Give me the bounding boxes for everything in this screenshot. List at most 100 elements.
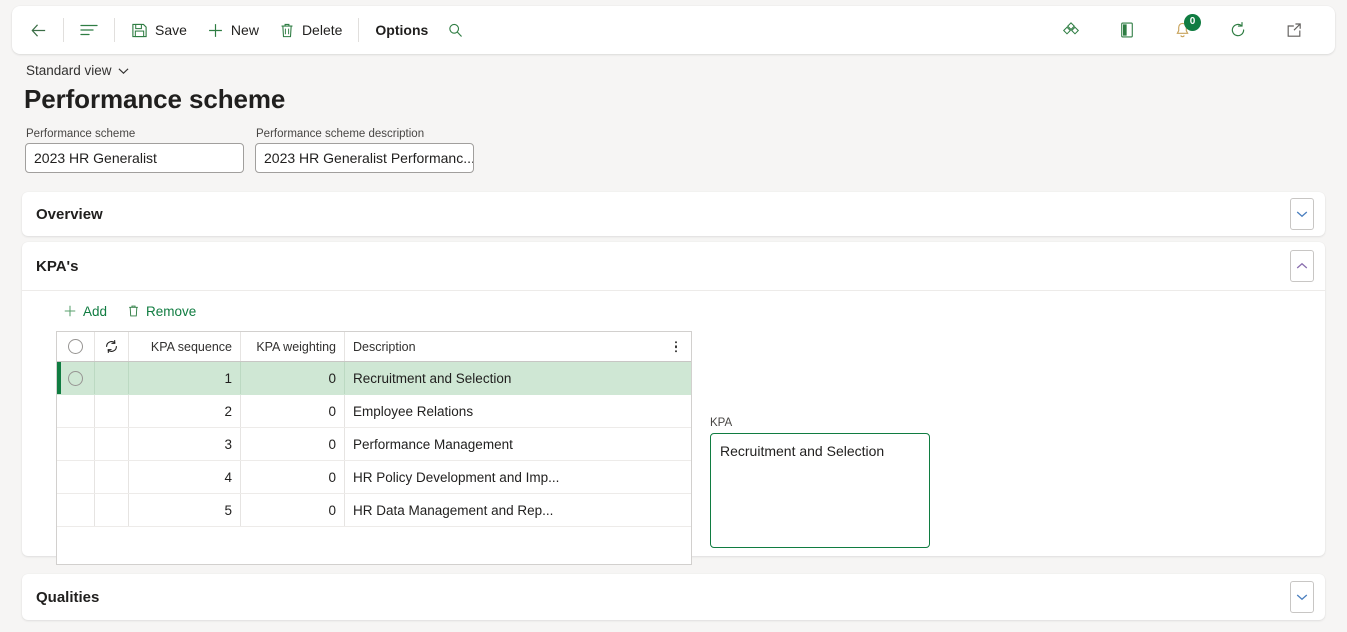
save-button[interactable]: Save <box>121 13 197 47</box>
save-icon <box>131 22 148 39</box>
book-open-icon <box>1117 20 1137 40</box>
grid-area: KPA sequence KPA weighting Description 1… <box>22 331 1325 565</box>
cell-kpa-weighting[interactable]: 0 <box>241 461 345 493</box>
new-label: New <box>230 22 259 38</box>
search-button[interactable] <box>438 13 473 47</box>
row-indicator-cell <box>95 461 129 493</box>
row-select-cell[interactable] <box>57 362 95 394</box>
table-row[interactable]: 4 0 HR Policy Development and Imp... <box>57 461 691 494</box>
field-performance-scheme-description: Performance scheme description 2023 HR G… <box>255 128 474 173</box>
options-button[interactable]: Options <box>365 13 438 47</box>
chevron-down-icon <box>1296 593 1308 601</box>
office-apps-button[interactable] <box>1052 13 1090 47</box>
trash-icon <box>127 304 140 318</box>
chevron-down-icon <box>1296 210 1308 218</box>
kpa-grid: KPA sequence KPA weighting Description 1… <box>56 331 692 565</box>
qualities-header[interactable]: Qualities <box>22 574 1325 620</box>
plus-icon <box>63 304 77 318</box>
options-label: Options <box>375 22 429 38</box>
refresh-circle-icon <box>1228 20 1248 40</box>
notifications-button[interactable]: 0 <box>1164 13 1201 47</box>
add-button[interactable]: Add <box>56 298 114 324</box>
open-in-app-button[interactable] <box>1108 13 1146 47</box>
cell-kpa-weighting[interactable]: 0 <box>241 494 345 526</box>
cell-description[interactable]: Employee Relations <box>345 395 691 427</box>
refresh-icon <box>104 339 119 354</box>
select-all-circle-icon <box>68 339 83 354</box>
search-icon <box>447 22 464 39</box>
cell-description[interactable]: Performance Management <box>345 428 691 460</box>
qualities-title: Qualities <box>36 588 100 606</box>
row-indicator-cell <box>95 494 129 526</box>
table-row[interactable]: 3 0 Performance Management <box>57 428 691 461</box>
external-link-icon <box>1284 20 1304 40</box>
cell-kpa-sequence[interactable]: 4 <box>129 461 241 493</box>
cell-description[interactable]: HR Policy Development and Imp... <box>345 461 691 493</box>
kpas-header[interactable]: KPA's <box>22 242 1325 290</box>
cell-kpa-sequence[interactable]: 3 <box>129 428 241 460</box>
new-button[interactable]: New <box>197 13 269 47</box>
cell-kpa-weighting[interactable]: 0 <box>241 428 345 460</box>
overview-title: Overview <box>36 205 103 223</box>
refresh-button[interactable] <box>1219 13 1257 47</box>
cell-kpa-sequence[interactable]: 2 <box>129 395 241 427</box>
column-header-description-label: Description <box>353 339 416 354</box>
list-lines-icon <box>79 22 99 38</box>
toolbar-divider <box>63 18 64 42</box>
row-select-cell[interactable] <box>57 461 95 493</box>
section-qualities: Qualities <box>22 574 1325 620</box>
column-header-kpa-weighting[interactable]: KPA weighting <box>241 332 345 361</box>
back-button[interactable] <box>20 13 57 47</box>
chevron-down-icon <box>118 67 129 75</box>
row-indicator-cell <box>95 395 129 427</box>
performance-scheme-input[interactable]: 2023 HR Generalist <box>25 143 244 173</box>
chevron-up-icon <box>1296 262 1308 270</box>
table-row[interactable]: 5 0 HR Data Management and Rep... <box>57 494 691 527</box>
show-list-button[interactable] <box>70 13 108 47</box>
row-indicator-cell <box>95 362 129 394</box>
cell-kpa-sequence[interactable]: 5 <box>129 494 241 526</box>
kpas-title: KPA's <box>36 257 79 275</box>
cell-kpa-sequence[interactable]: 1 <box>129 362 241 394</box>
trash-icon <box>279 22 295 39</box>
notification-badge: 0 <box>1184 13 1201 31</box>
row-select-cell[interactable] <box>57 494 95 526</box>
column-header-kpa-sequence[interactable]: KPA sequence <box>129 332 241 361</box>
row-select-cell[interactable] <box>57 428 95 460</box>
column-header-description[interactable]: Description <box>345 332 691 361</box>
remove-label: Remove <box>146 303 197 319</box>
section-kpas: KPA's Add Remove KPA sequence KPA weight… <box>22 242 1325 565</box>
field-performance-scheme: Performance scheme 2023 HR Generalist <box>25 128 244 173</box>
table-row[interactable]: 2 0 Employee Relations <box>57 395 691 428</box>
remove-button[interactable]: Remove <box>120 298 203 324</box>
select-all-cell[interactable] <box>57 332 95 361</box>
toolbar-divider-2 <box>114 18 115 42</box>
grid-toolbar: Add Remove <box>22 291 1325 331</box>
refresh-column-cell[interactable] <box>95 332 129 361</box>
overview-expand-button[interactable] <box>1290 198 1314 230</box>
kpas-collapse-button[interactable] <box>1290 250 1314 282</box>
command-bar: Save New Delete Options 0 <box>12 6 1335 54</box>
overview-header[interactable]: Overview <box>22 192 1325 236</box>
qualities-expand-button[interactable] <box>1290 581 1314 613</box>
diamond-grid-icon <box>1061 20 1081 40</box>
delete-label: Delete <box>301 22 343 38</box>
row-select-circle-icon <box>68 370 83 386</box>
header-fields: Performance scheme 2023 HR Generalist Pe… <box>25 128 474 173</box>
cell-kpa-weighting[interactable]: 0 <box>241 395 345 427</box>
open-new-window-button[interactable] <box>1275 13 1313 47</box>
arrow-left-icon <box>29 21 48 40</box>
grid-options-kebab-icon[interactable] <box>669 340 683 353</box>
add-label: Add <box>83 303 108 319</box>
cell-description[interactable]: HR Data Management and Rep... <box>345 494 691 526</box>
field-label: Performance scheme <box>26 128 136 140</box>
kpa-detail-textarea[interactable]: Recruitment and Selection <box>710 433 930 548</box>
cell-kpa-weighting[interactable]: 0 <box>241 362 345 394</box>
plus-icon <box>207 22 224 39</box>
view-selector[interactable]: Standard view <box>26 63 129 78</box>
delete-button[interactable]: Delete <box>269 13 352 47</box>
performance-scheme-description-input[interactable]: 2023 HR Generalist Performanc... <box>255 143 474 173</box>
table-row[interactable]: 1 0 Recruitment and Selection <box>57 362 691 395</box>
row-select-cell[interactable] <box>57 395 95 427</box>
cell-description[interactable]: Recruitment and Selection <box>345 362 691 394</box>
